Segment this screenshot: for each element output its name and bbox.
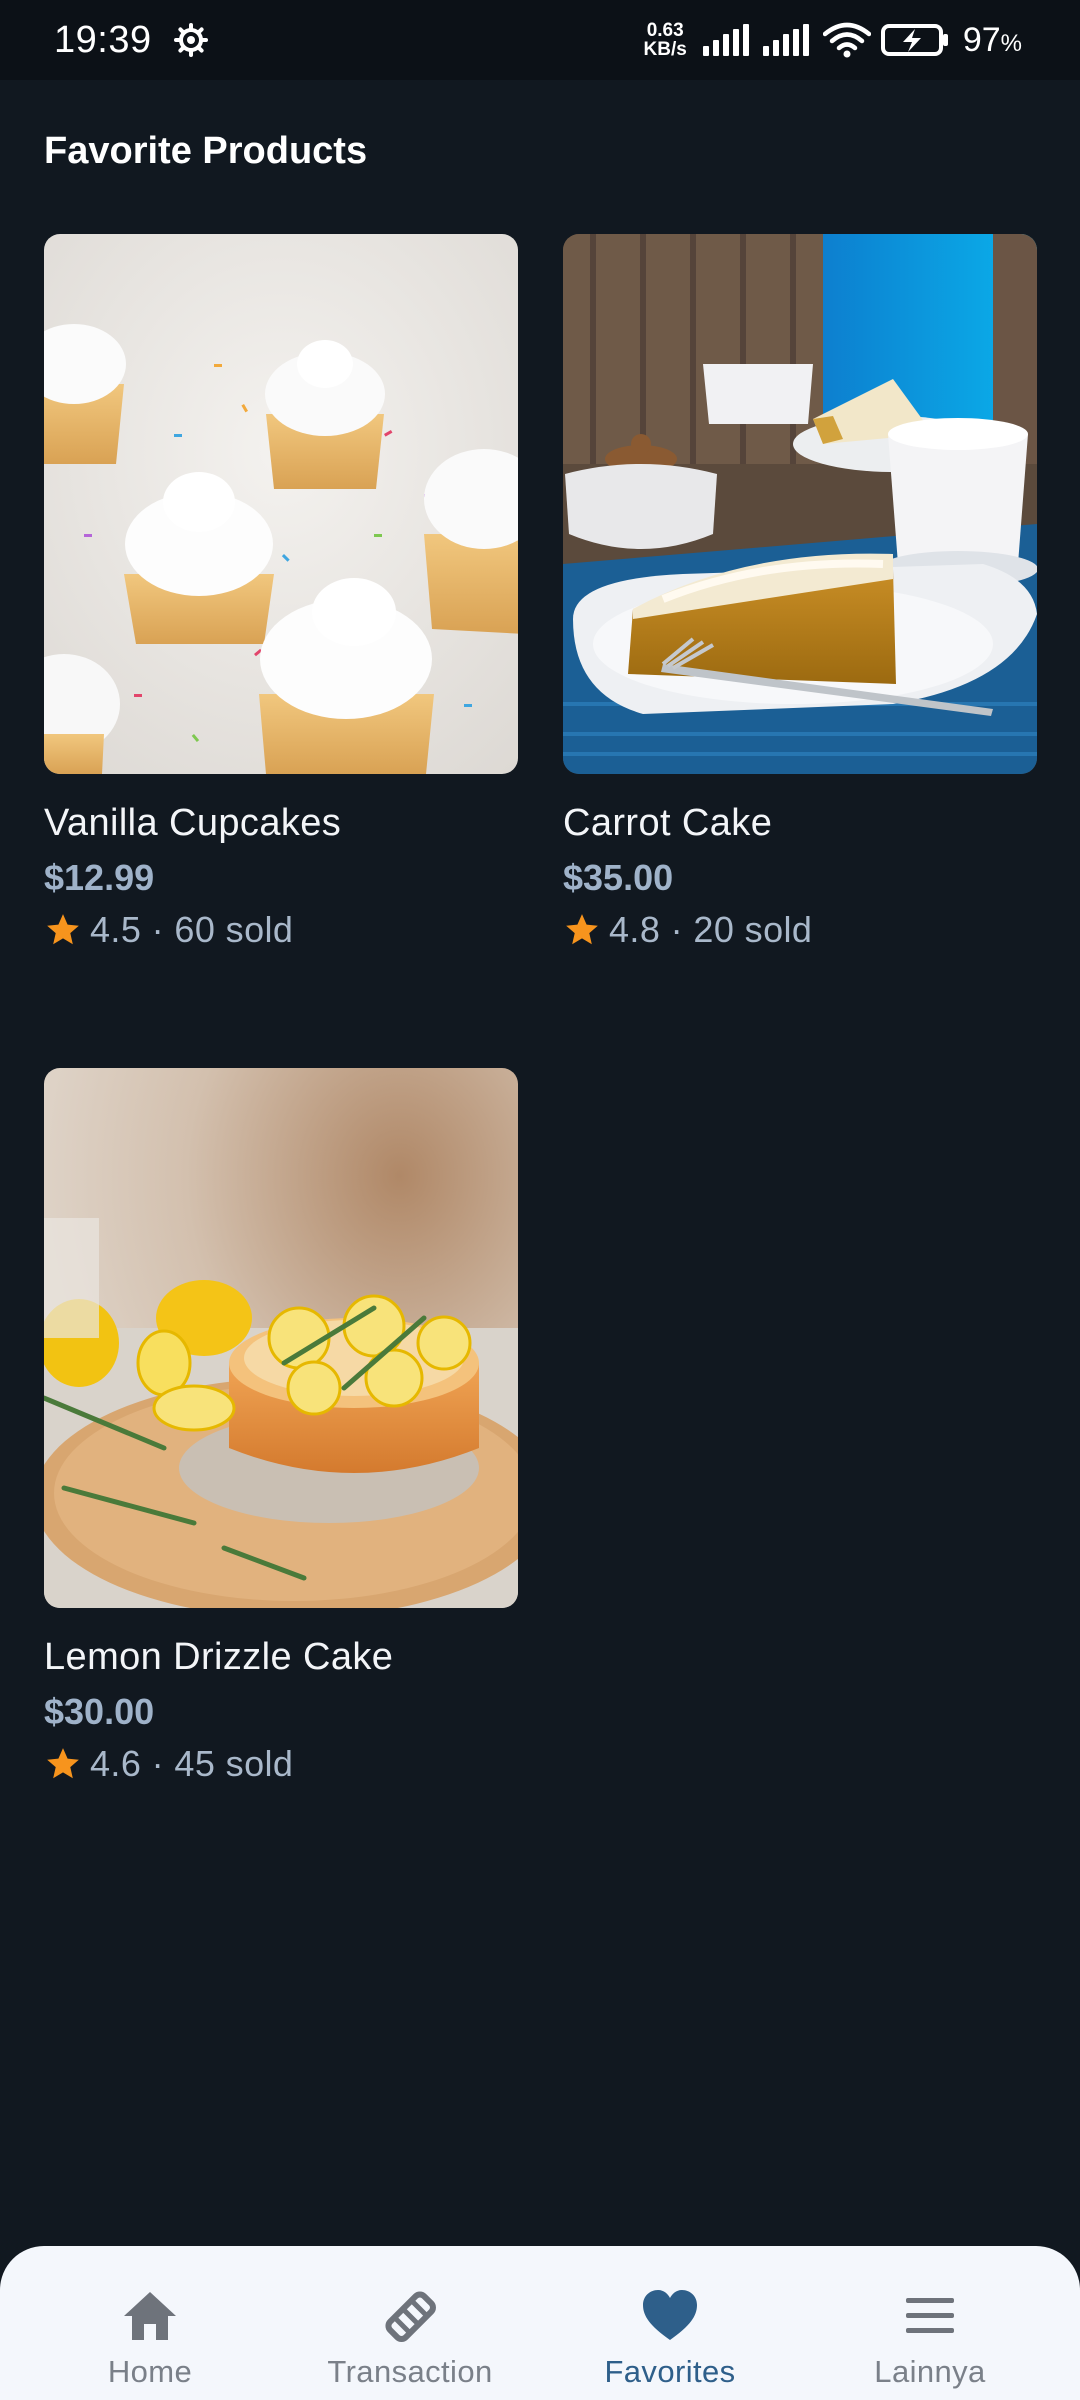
nav-label-lainnya: Lainnya bbox=[874, 2354, 986, 2389]
vanilla-cupcakes-photo bbox=[44, 234, 518, 774]
rating-and-sold: 4.6 · 45 sold bbox=[90, 1743, 294, 1784]
status-bar: 19:39 0.63 KB/s 97% bbox=[0, 0, 1080, 80]
product-card-vanilla-cupcakes[interactable]: Vanilla Cupcakes $12.99 4.5 · 60 sold bbox=[44, 234, 518, 951]
star-icon bbox=[566, 914, 598, 945]
product-price: $12.99 bbox=[44, 857, 155, 898]
product-image[interactable] bbox=[44, 234, 518, 774]
bottom-navigation: Home Transaction Favorites Lainnya bbox=[0, 2246, 1080, 2400]
lemon-drizzle-cake-photo bbox=[44, 1068, 518, 1608]
network-speed-value: 0.63 bbox=[646, 20, 684, 41]
nav-label-favorites: Favorites bbox=[604, 2354, 736, 2389]
star-icon bbox=[47, 914, 79, 945]
carrot-cake-photo bbox=[563, 234, 1037, 774]
nav-label-transaction: Transaction bbox=[327, 2354, 493, 2389]
product-name: Lemon Drizzle Cake bbox=[44, 1636, 394, 1678]
battery-percent-value: 97 bbox=[962, 20, 1001, 59]
nav-label-home: Home bbox=[107, 2354, 193, 2389]
wifi-icon bbox=[822, 22, 871, 58]
product-price: $35.00 bbox=[563, 857, 674, 898]
rating-and-sold: 4.5 · 60 sold bbox=[90, 909, 294, 950]
star-icon bbox=[47, 1748, 79, 1779]
nav-item-home[interactable]: Home bbox=[25, 2246, 275, 2390]
heart-icon bbox=[643, 2290, 697, 2340]
battery-charging-icon bbox=[880, 24, 948, 56]
product-image[interactable] bbox=[44, 1068, 518, 1608]
nav-item-lainnya[interactable]: Lainnya bbox=[805, 2246, 1055, 2390]
nav-item-favorites[interactable]: Favorites bbox=[545, 2246, 795, 2390]
product-name: Carrot Cake bbox=[563, 802, 773, 844]
product-rating: 4.5 · 60 sold bbox=[44, 909, 518, 951]
product-name: Vanilla Cupcakes bbox=[44, 802, 342, 844]
status-right: 0.63 KB/s 97% bbox=[644, 21, 1022, 60]
product-rating: 4.8 · 20 sold bbox=[563, 909, 1037, 951]
status-time: 19:39 bbox=[54, 18, 152, 61]
settings-gear-icon bbox=[173, 23, 208, 57]
nav-item-transaction[interactable]: Transaction bbox=[285, 2246, 535, 2390]
product-price: $30.00 bbox=[44, 1691, 155, 1732]
signal-icon bbox=[702, 24, 749, 56]
network-speed-unit: KB/s bbox=[643, 39, 687, 60]
battery-percent-unit: % bbox=[1000, 29, 1022, 57]
menu-icon bbox=[906, 2298, 954, 2333]
signal-icon-2 bbox=[762, 24, 809, 56]
product-image[interactable] bbox=[563, 234, 1037, 774]
network-speed: 0.63 KB/s bbox=[644, 21, 687, 59]
product-card-carrot-cake[interactable]: Carrot Cake $35.00 4.8 · 20 sold bbox=[563, 234, 1037, 951]
product-card-lemon-drizzle-cake[interactable]: Lemon Drizzle Cake $30.00 4.6 · 45 sold bbox=[44, 1068, 518, 1785]
battery-percent: 97% bbox=[963, 21, 1022, 60]
page-title: Favorite Products bbox=[44, 130, 368, 172]
rating-and-sold: 4.8 · 20 sold bbox=[609, 909, 813, 950]
handshake-icon bbox=[385, 2291, 436, 2342]
product-rating: 4.6 · 45 sold bbox=[44, 1743, 518, 1785]
status-left: 19:39 bbox=[54, 19, 208, 62]
home-icon bbox=[124, 2292, 176, 2340]
